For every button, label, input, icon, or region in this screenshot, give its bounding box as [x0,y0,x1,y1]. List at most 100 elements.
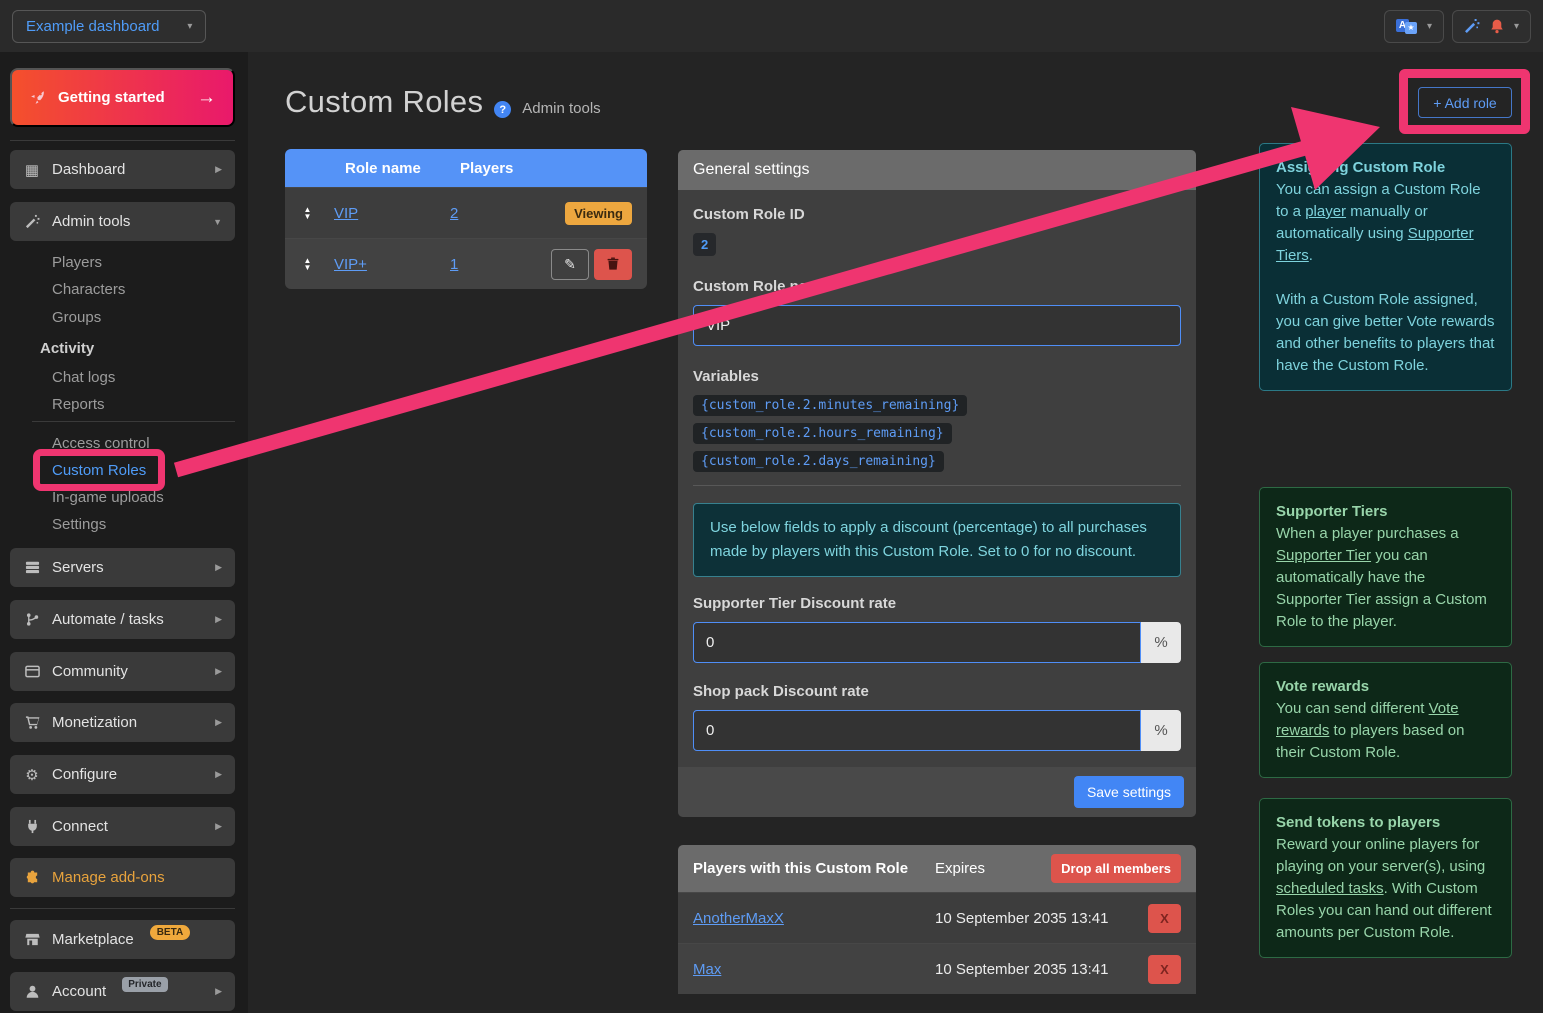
project-selector[interactable]: Example dashboard ▾ [12,10,206,43]
card-text: . [1309,247,1313,264]
sidebar-item-characters[interactable]: Characters [52,276,125,303]
chevron-right-icon: ▶ [215,986,222,997]
delete-role-button[interactable] [594,249,632,280]
sort-handle-icon[interactable]: ▲▼ [300,206,315,220]
shop-pack-discount-input[interactable] [693,710,1141,751]
sidebar-item-admin-tools[interactable]: Admin tools ▼ [10,202,235,241]
sidebar-item-account[interactable]: Account Private ▶ [10,972,235,1011]
gear-icon: ⚙ [23,766,41,784]
custom-role-name-input[interactable] [693,305,1181,346]
private-badge: Private [122,977,167,992]
card-title: Assigning Custom Role [1276,159,1445,176]
players-with-role-panel: Players with this Custom Role Expires Dr… [678,845,1196,994]
supporter-tiers-card: Supporter Tiers When a player purchases … [1259,487,1512,647]
sidebar-item-in-game-uploads[interactable]: In-game uploads [52,484,164,511]
help-question-icon[interactable]: ? [494,101,511,118]
player-name-link[interactable]: Max [693,961,935,978]
pencil-icon: ✎ [564,256,576,273]
role-name-link[interactable]: VIP+ [334,256,450,273]
sidebar-item-access-control[interactable]: Access control [52,430,150,457]
table-row: ▲▼ VIP+ 1 ✎ [285,238,647,289]
card-title: Send tokens to players [1276,814,1440,831]
getting-started-button[interactable]: Getting started → [10,68,235,127]
sidebar-item-servers[interactable]: Servers ▶ [10,548,235,587]
viewing-badge: Viewing [565,202,632,225]
sidebar-item-configure[interactable]: ⚙ Configure ▶ [10,755,235,794]
sidebar-item-label: Monetization [52,714,137,731]
variable-chip: {custom_role.2.days_remaining} [693,451,944,472]
sort-handle-icon[interactable]: ▲▼ [300,257,315,271]
supporter-tier-link[interactable]: Supporter Tier [1276,547,1371,564]
page-title: Custom Roles [285,84,483,120]
sidebar-item-label: Servers [52,559,104,576]
chevron-right-icon: ▶ [215,164,222,175]
send-tokens-card: Send tokens to players Reward your onlin… [1259,798,1512,958]
role-players-link[interactable]: 1 [450,256,551,273]
trash-icon [606,257,620,271]
browser-window-icon [23,664,41,679]
table-row: AnotherMaxX 10 September 2035 13:41 X [678,892,1196,943]
scheduled-tasks-link[interactable]: scheduled tasks [1276,880,1384,897]
supporter-tier-discount-label: Supporter Tier Discount rate [693,595,1181,612]
panel-body: Custom Role ID 2 Custom Role name Variab… [678,190,1196,767]
role-players-link[interactable]: 2 [450,205,565,222]
edit-role-button[interactable]: ✎ [551,249,589,280]
save-settings-button[interactable]: Save settings [1074,776,1184,808]
sidebar-item-players[interactable]: Players [52,249,102,276]
getting-started-label: Getting started [58,89,165,106]
assigning-custom-role-card: Assigning Custom Role You can assign a C… [1259,143,1512,391]
sidebar-item-reports[interactable]: Reports [52,391,105,418]
sidebar-item-settings[interactable]: Settings [52,511,106,538]
sidebar-item-custom-roles[interactable]: Custom Roles [52,457,146,484]
percent-suffix: % [1141,710,1181,751]
topbar-actions: A ★ ▾ ▾ [1384,10,1531,43]
card-title: Vote rewards [1276,678,1369,695]
wand-icon [23,214,41,229]
players-panel-title: Players with this Custom Role [693,860,935,877]
chevron-right-icon: ▶ [215,562,222,573]
chevron-right-icon: ▶ [215,614,222,625]
sidebar-item-label: Marketplace [52,931,134,948]
project-selector-label: Example dashboard [26,18,159,35]
supporter-tier-discount-input[interactable] [693,622,1141,663]
custom-role-id-label: Custom Role ID [693,206,1181,223]
arrow-right-icon: → [197,87,216,109]
notifications-button[interactable]: ▾ [1452,10,1531,43]
general-settings-panel: General settings Custom Role ID 2 Custom… [678,150,1196,817]
chevron-right-icon: ▶ [215,666,222,677]
sidebar-item-community[interactable]: Community ▶ [10,652,235,691]
role-name-link[interactable]: VIP [334,205,450,222]
sidebar-item-automate-tasks[interactable]: Automate / tasks ▶ [10,600,235,639]
bell-icon [1489,18,1505,34]
rocket-icon [29,89,46,106]
roles-table-header: Role name Players [285,149,647,187]
player-name-link[interactable]: AnotherMaxX [693,910,935,927]
language-selector-button[interactable]: A ★ ▾ [1384,10,1444,43]
expires-value: 10 September 2035 13:41 [935,910,1148,927]
sidebar-item-chat-logs[interactable]: Chat logs [52,364,115,391]
sidebar-item-monetization[interactable]: Monetization ▶ [10,703,235,742]
page-subtitle: Admin tools [522,100,600,117]
sidebar-item-dashboard[interactable]: ▦ Dashboard ▶ [10,150,235,189]
add-role-button[interactable]: + Add role [1418,87,1512,118]
remove-player-button[interactable]: X [1148,904,1181,933]
table-row: ▲▼ VIP 2 Viewing [285,187,647,238]
sidebar-item-manage-add-ons[interactable]: Manage add-ons [10,858,235,897]
sidebar-item-groups[interactable]: Groups [52,304,101,331]
drop-all-members-button[interactable]: Drop all members [1051,854,1181,883]
percent-suffix: % [1141,622,1181,663]
player-link[interactable]: player [1305,203,1346,220]
sidebar-item-marketplace[interactable]: Marketplace BETA [10,920,235,959]
column-expires: Expires [935,860,1051,877]
remove-player-button[interactable]: X [1148,955,1181,984]
puzzle-icon [23,870,41,885]
chevron-right-icon: ▶ [215,769,222,780]
sidebar-item-connect[interactable]: Connect ▶ [10,807,235,846]
variable-chip: {custom_role.2.hours_remaining} [693,423,952,444]
sidebar-item-label: Community [52,663,128,680]
sidebar-sub-divider [32,421,235,422]
chevron-down-icon: ▼ [213,217,222,227]
chevron-right-icon: ▶ [215,821,222,832]
sidebar-item-label: Configure [52,766,117,783]
supporter-tier-discount-group: % [693,622,1181,663]
